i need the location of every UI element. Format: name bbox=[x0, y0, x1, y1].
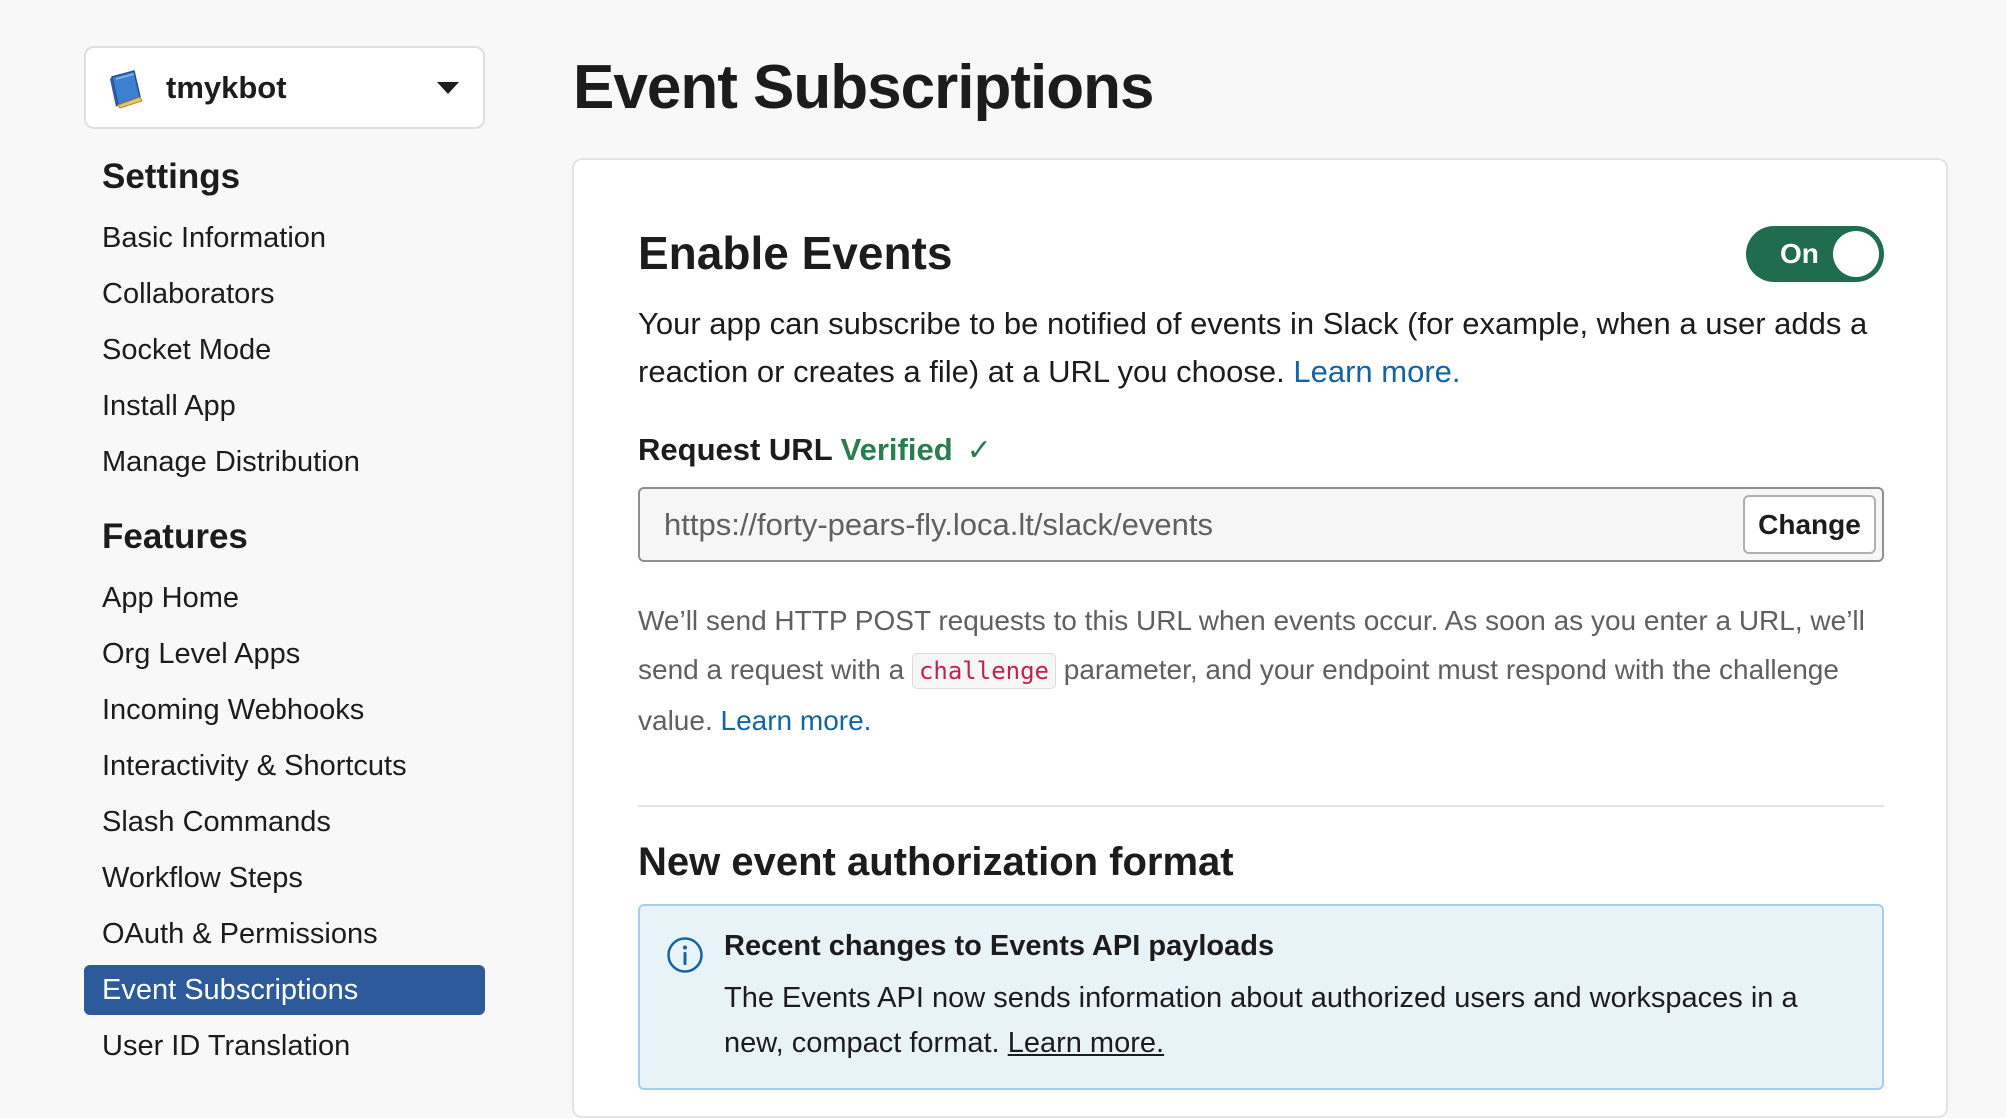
enable-events-description: Your app can subscribe to be notified of… bbox=[638, 300, 1898, 396]
sidebar-item-event-subscriptions[interactable]: Event Subscriptions bbox=[84, 965, 485, 1015]
book-icon bbox=[110, 69, 143, 109]
nav-heading-settings: Settings bbox=[102, 157, 241, 196]
settings-nav: Basic Information Collaborators Socket M… bbox=[84, 213, 485, 487]
toggle-knob bbox=[1833, 231, 1879, 277]
sidebar-item-workflow-steps[interactable]: Workflow Steps bbox=[84, 853, 485, 903]
nav-heading-features: Features bbox=[102, 517, 248, 556]
enable-events-toggle[interactable]: On bbox=[1746, 226, 1884, 282]
features-nav: App Home Org Level Apps Incoming Webhook… bbox=[84, 573, 485, 1071]
authorization-format-title: New event authorization format bbox=[638, 840, 1234, 884]
request-url-value: https://forty-pears-fly.loca.lt/slack/ev… bbox=[664, 507, 1214, 542]
request-url-help: We’ll send HTTP POST requests to this UR… bbox=[638, 596, 1898, 745]
app-name: tmykbot bbox=[166, 69, 287, 105]
app-switcher[interactable]: tmykbot bbox=[84, 46, 485, 129]
info-text: The Events API now sends information abo… bbox=[724, 976, 1844, 1066]
verified-status: Verified bbox=[840, 432, 953, 467]
sidebar-item-manage-distribution[interactable]: Manage Distribution bbox=[84, 437, 485, 487]
sidebar-item-oauth-permissions[interactable]: OAuth & Permissions bbox=[84, 909, 485, 959]
caret-down-icon bbox=[437, 81, 459, 94]
sidebar-item-slash-commands[interactable]: Slash Commands bbox=[84, 797, 485, 847]
check-icon: ✓ bbox=[966, 433, 992, 467]
request-url-field[interactable]: https://forty-pears-fly.loca.lt/slack/ev… bbox=[638, 487, 1884, 562]
enable-events-title: Enable Events bbox=[638, 227, 953, 279]
sidebar-item-basic-information[interactable]: Basic Information bbox=[84, 213, 485, 263]
sidebar-item-interactivity-shortcuts[interactable]: Interactivity & Shortcuts bbox=[84, 741, 485, 791]
request-url-label-row: Request URL Verified ✓ bbox=[638, 432, 992, 468]
sidebar-item-incoming-webhooks[interactable]: Incoming Webhooks bbox=[84, 685, 485, 735]
event-subscriptions-card: Enable Events On Your app can subscribe … bbox=[572, 158, 1948, 1118]
sidebar-item-app-home[interactable]: App Home bbox=[84, 573, 485, 623]
sidebar-item-collaborators[interactable]: Collaborators bbox=[84, 269, 485, 319]
sidebar-item-socket-mode[interactable]: Socket Mode bbox=[84, 325, 485, 375]
info-circle-icon bbox=[667, 937, 703, 973]
sidebar-item-user-id-translation[interactable]: User ID Translation bbox=[84, 1021, 485, 1071]
learn-more-link[interactable]: Learn more. bbox=[1293, 354, 1460, 389]
help-learn-more-link[interactable]: Learn more. bbox=[721, 705, 872, 736]
info-learn-more-link[interactable]: Learn more. bbox=[1008, 1027, 1164, 1059]
info-title: Recent changes to Events API payloads bbox=[724, 930, 1275, 962]
sidebar-item-org-level-apps[interactable]: Org Level Apps bbox=[84, 629, 485, 679]
info-body: The Events API now sends information abo… bbox=[724, 982, 1798, 1059]
description-text: Your app can subscribe to be notified of… bbox=[638, 306, 1868, 389]
sidebar-item-install-app[interactable]: Install App bbox=[84, 381, 485, 431]
change-button[interactable]: Change bbox=[1743, 495, 1876, 554]
sidebar: tmykbot Settings Basic Information Colla… bbox=[84, 46, 485, 1077]
info-callout: Recent changes to Events API payloads Th… bbox=[638, 904, 1884, 1090]
page-title: Event Subscriptions bbox=[573, 53, 1154, 122]
divider bbox=[638, 805, 1884, 807]
toggle-label: On bbox=[1780, 238, 1819, 269]
challenge-code: challenge bbox=[911, 653, 1056, 689]
request-url-label: Request URL bbox=[638, 432, 833, 467]
